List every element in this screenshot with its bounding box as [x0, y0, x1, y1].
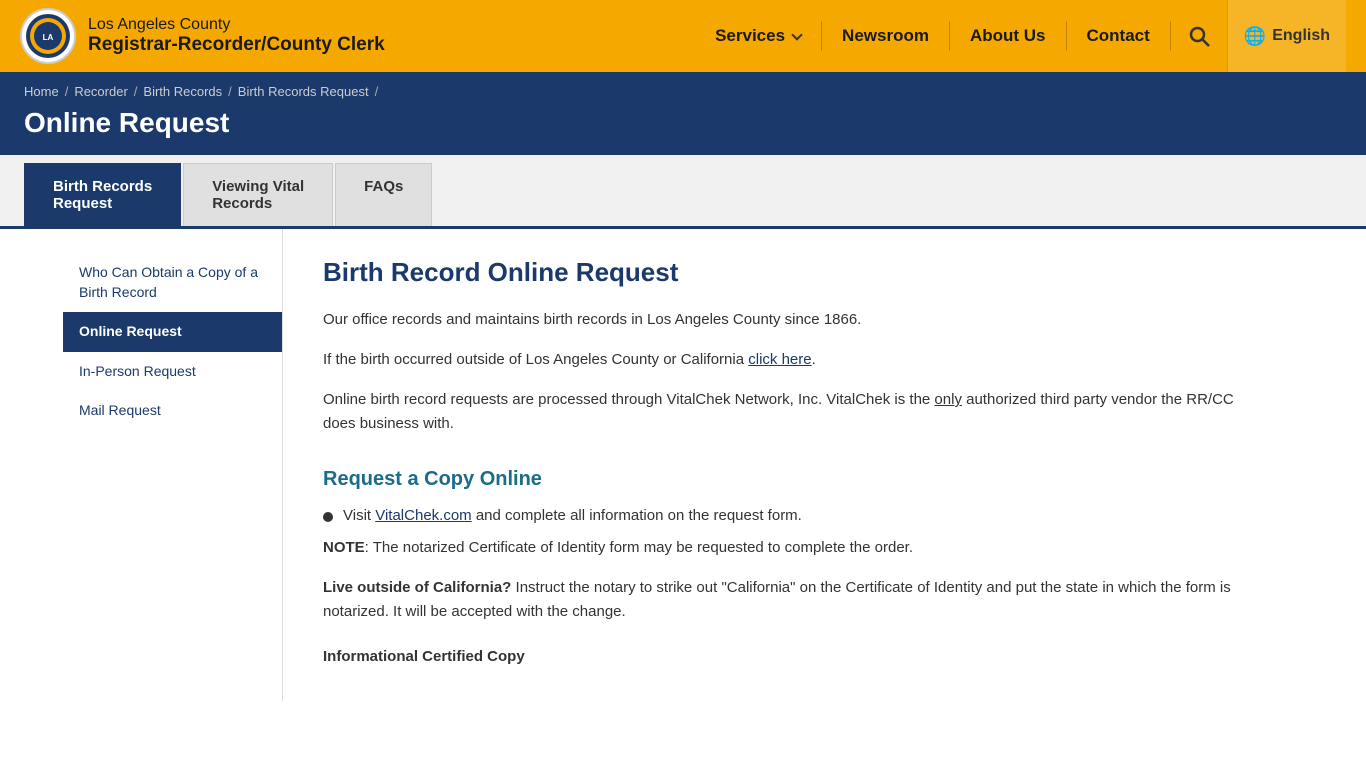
page-title: Online Request — [24, 107, 1342, 155]
content-title: Birth Record Online Request — [323, 257, 1263, 288]
note-label: NOTE — [323, 539, 365, 556]
tabs-container: Birth RecordsRequest Viewing VitalRecord… — [0, 155, 1200, 226]
breadcrumb-sep-1: / — [65, 84, 69, 99]
breadcrumb-birth-records-request[interactable]: Birth Records Request — [238, 84, 369, 99]
live-outside-label: Live outside of California? — [323, 579, 511, 596]
sidebar: Who Can Obtain a Copy of a Birth Record … — [63, 229, 283, 701]
bullet-text: Visit VitalChek.com and complete all inf… — [343, 507, 802, 524]
section-title-request-copy: Request a Copy Online — [323, 468, 1263, 491]
org-line2: Registrar-Recorder/County Clerk — [88, 34, 385, 57]
sidebar-item-who-can-obtain[interactable]: Who Can Obtain a Copy of a Birth Record — [63, 253, 282, 312]
language-selector[interactable]: 🌐 English — [1227, 0, 1346, 72]
search-icon — [1187, 24, 1211, 48]
content-para-3: Online birth record requests are process… — [323, 388, 1263, 436]
tab-viewing-vital-records[interactable]: Viewing VitalRecords — [183, 163, 333, 226]
main-content: Who Can Obtain a Copy of a Birth Record … — [63, 229, 1303, 701]
breadcrumb-home[interactable]: Home — [24, 84, 59, 99]
live-outside-paragraph: Live outside of California? Instruct the… — [323, 576, 1263, 624]
sidebar-item-online-request[interactable]: Online Request — [63, 312, 282, 352]
org-line1: Los Angeles County — [88, 15, 385, 34]
logo-area: LA Los Angeles County Registrar-Recorder… — [20, 8, 460, 64]
tab-faqs[interactable]: FAQs — [335, 163, 432, 226]
note-text: : The notarized Certificate of Identity … — [365, 539, 913, 556]
nav-services[interactable]: Services — [695, 0, 821, 72]
vitalchek-link[interactable]: VitalChek.com — [375, 507, 471, 524]
breadcrumb-sep-2: / — [134, 84, 138, 99]
nav-about-us[interactable]: About Us — [950, 0, 1066, 72]
chevron-down-icon — [791, 29, 802, 40]
content-area: Birth Record Online Request Our office r… — [283, 229, 1303, 701]
org-title: Los Angeles County Registrar-Recorder/Co… — [88, 15, 385, 57]
breadcrumb-sep-3: / — [228, 84, 232, 99]
nav-contact[interactable]: Contact — [1067, 0, 1170, 72]
para3-underline: only — [934, 391, 962, 408]
sub-title-informational: Informational Certified Copy — [323, 648, 1263, 665]
content-para-1: Our office records and maintains birth r… — [323, 308, 1263, 332]
site-header: LA Los Angeles County Registrar-Recorder… — [0, 0, 1366, 72]
tab-birth-records-request[interactable]: Birth RecordsRequest — [24, 163, 181, 226]
breadcrumb: Home / Recorder / Birth Records / Birth … — [24, 84, 1342, 99]
para2-prefix: If the birth occurred outside of Los Ang… — [323, 351, 748, 368]
bullet-item-vitalchek: Visit VitalChek.com and complete all inf… — [323, 507, 1263, 524]
tabs-section: Birth RecordsRequest Viewing VitalRecord… — [0, 155, 1366, 229]
sidebar-item-in-person-request[interactable]: In-Person Request — [63, 352, 282, 392]
breadcrumb-sep-4: / — [375, 84, 379, 99]
bullet-dot — [323, 512, 333, 522]
content-para-2: If the birth occurred outside of Los Ang… — [323, 348, 1263, 372]
note-paragraph: NOTE: The notarized Certificate of Ident… — [323, 536, 1263, 560]
bullet-suffix: and complete all information on the requ… — [472, 507, 802, 524]
svg-text:LA: LA — [43, 33, 54, 42]
para2-suffix: . — [812, 351, 816, 368]
para3-prefix: Online birth record requests are process… — [323, 391, 934, 408]
breadcrumb-recorder[interactable]: Recorder — [74, 84, 127, 99]
main-nav: Services Newsroom About Us Contact 🌐 Eng… — [460, 0, 1346, 72]
globe-icon: 🌐 — [1244, 26, 1266, 47]
click-here-link[interactable]: click here — [748, 351, 811, 368]
bullet-prefix: Visit — [343, 507, 375, 524]
org-seal: LA — [20, 8, 76, 64]
nav-newsroom[interactable]: Newsroom — [822, 0, 949, 72]
breadcrumb-birth-records[interactable]: Birth Records — [143, 84, 222, 99]
search-button[interactable] — [1171, 0, 1227, 72]
breadcrumb-bar: Home / Recorder / Birth Records / Birth … — [0, 72, 1366, 155]
sidebar-item-mail-request[interactable]: Mail Request — [63, 391, 282, 431]
